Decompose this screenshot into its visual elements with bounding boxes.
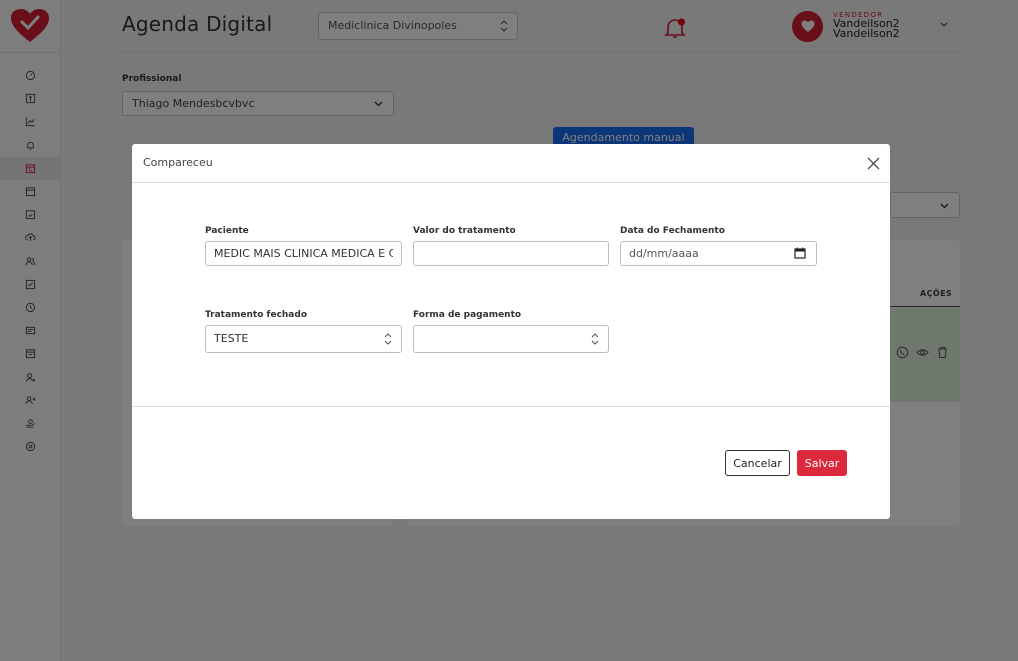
tratamento-fechado-label: Tratamento fechado [205,310,308,320]
data-fechamento-label: Data do Fechamento [620,226,725,236]
save-button[interactable]: Salvar [797,450,847,476]
data-fechamento-input[interactable]: dd/mm/aaaa [620,241,817,266]
tratamento-fechado-select[interactable]: TESTE [205,325,402,353]
modal-header-divider [132,182,890,183]
date-placeholder: dd/mm/aaaa [629,247,699,260]
modal-footer-divider [132,406,890,407]
valor-tratamento-label: Valor do tratamento [413,226,516,236]
valor-tratamento-input[interactable] [413,241,609,266]
compareceu-modal: Compareceu Paciente Valor do tratamento … [132,144,890,519]
cancel-button[interactable]: Cancelar [725,450,790,476]
modal-title: Compareceu [143,156,213,169]
calendar-icon[interactable] [794,247,806,259]
paciente-label: Paciente [205,226,249,236]
chevron-updown-icon [591,333,599,345]
forma-pagamento-select[interactable] [413,325,609,353]
tratamento-fechado-value: TESTE [214,332,249,345]
close-icon[interactable] [866,156,881,171]
chevron-updown-icon [384,333,392,345]
paciente-input[interactable] [205,241,402,266]
forma-pagamento-label: Forma de pagamento [413,310,522,320]
